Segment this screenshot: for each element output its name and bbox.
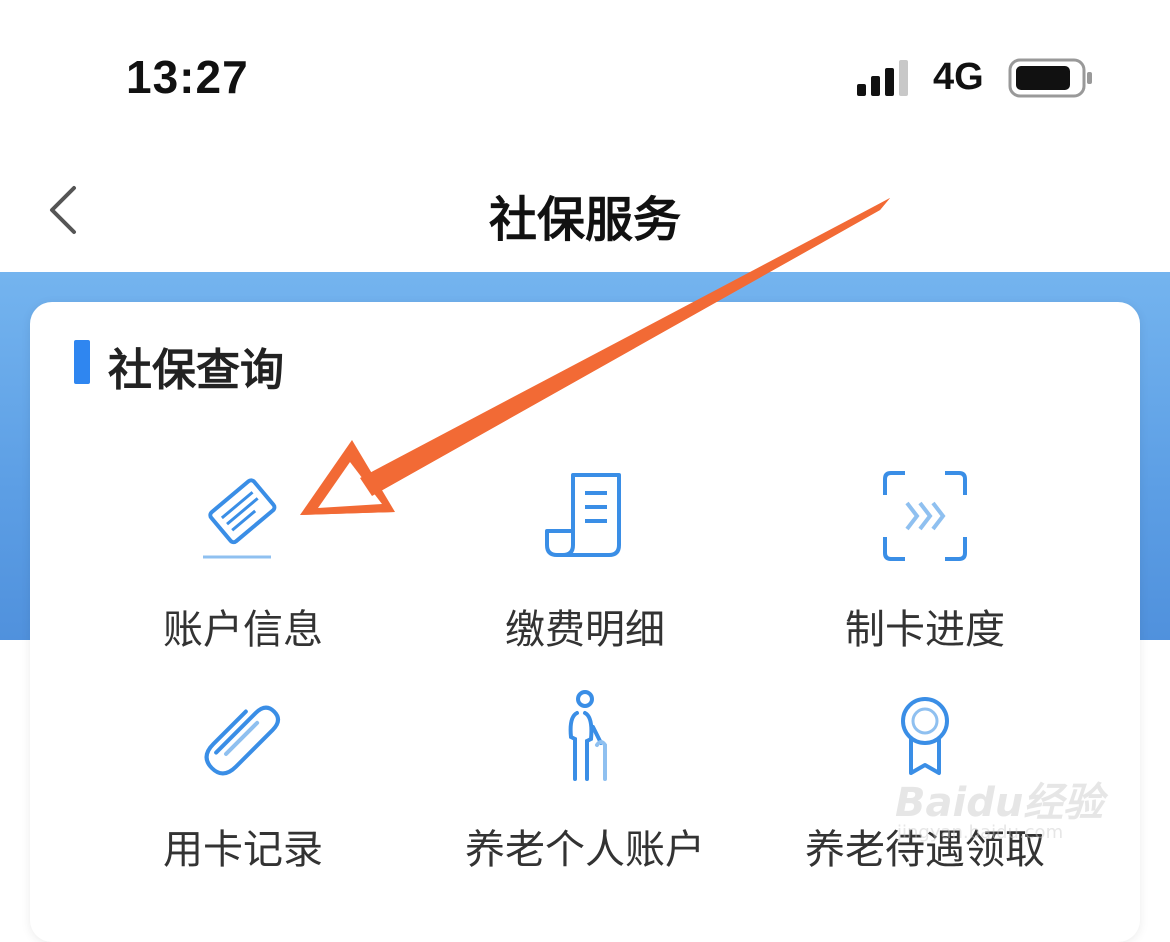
signal-strength-icon xyxy=(857,60,908,96)
grid-item-card-progress[interactable]: 制卡进度 xyxy=(755,467,1095,667)
grid-item-label: 缴费明细 xyxy=(505,607,665,653)
page-title: 社保服务 xyxy=(488,192,681,248)
receipt-icon xyxy=(545,473,621,557)
status-time: 13:27 xyxy=(126,51,249,103)
watermark-text: Baidu经验 xyxy=(895,780,1104,826)
section-accent-bar xyxy=(74,340,90,384)
grid-item-label: 用卡记录 xyxy=(163,827,323,873)
network-type: 4G xyxy=(933,56,984,98)
grid-item-label: 制卡进度 xyxy=(845,607,1005,653)
battery-icon xyxy=(1008,58,1092,98)
grid-item-card-usage-records[interactable]: 用卡记录 xyxy=(73,687,413,887)
grid-item-account-info[interactable]: 账户信息 xyxy=(73,467,413,667)
paperclip-icon xyxy=(204,705,280,776)
grid-item-label: 账户信息 xyxy=(163,607,323,653)
grid-item-payment-details[interactable]: 缴费明细 xyxy=(415,467,755,667)
watermark-logo: Baidu经验 jingyan.baidu.com xyxy=(895,770,1115,850)
elderly-person-icon xyxy=(568,690,607,781)
grid-item-label: 养老个人账户 xyxy=(465,827,705,873)
card-icon xyxy=(203,478,277,559)
watermark-url: jingyan.baidu.com xyxy=(897,822,1064,843)
scan-progress-icon xyxy=(883,471,967,561)
section-title: 社保查询 xyxy=(108,345,284,396)
nav-bar: 社保服务 xyxy=(0,160,1170,260)
grid-item-pension-personal-account[interactable]: 养老个人账户 xyxy=(415,687,755,887)
status-bar: 13:27 4G xyxy=(0,0,1170,150)
